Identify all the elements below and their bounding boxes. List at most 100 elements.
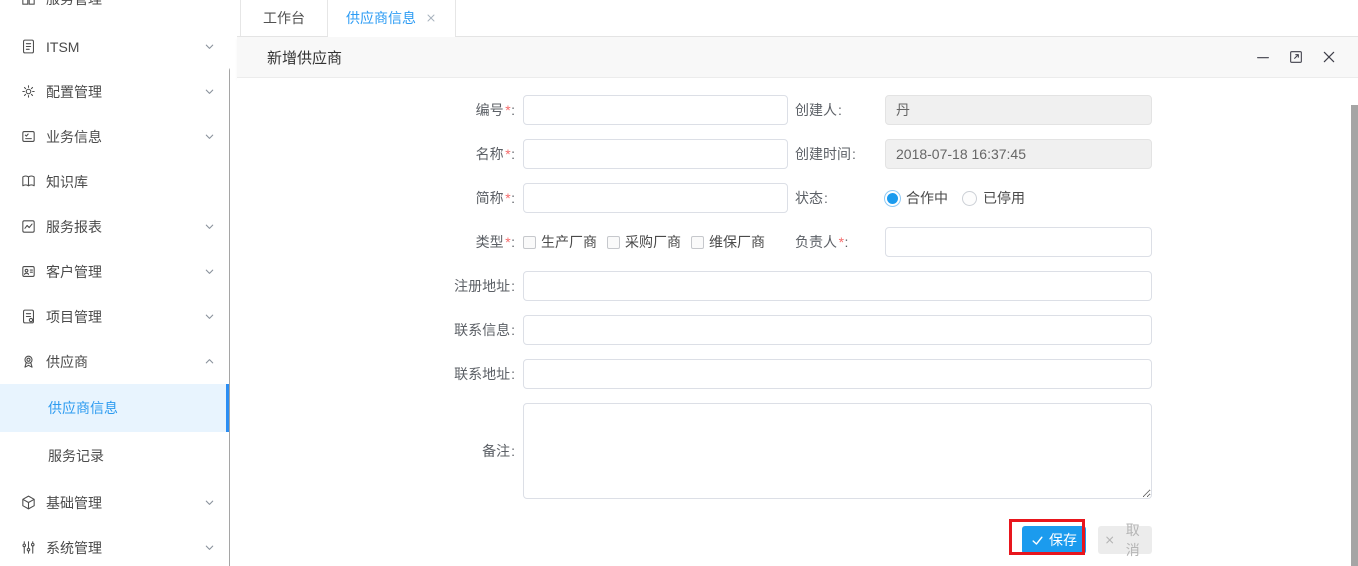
reg-address-input[interactable] <box>523 271 1152 301</box>
window-controls <box>1254 48 1338 66</box>
chevron-down-icon <box>204 131 215 142</box>
sidebar-item-business-info[interactable]: 业务信息 <box>0 114 230 159</box>
contact-info-input[interactable] <box>523 315 1152 345</box>
short-name-input[interactable] <box>523 183 788 213</box>
type-label: 类型 <box>420 227 515 257</box>
name-label: 名称 <box>420 139 515 169</box>
checkbox-icon <box>607 236 620 249</box>
number-input[interactable] <box>523 95 788 125</box>
radio-deactivated[interactable]: 已停用 <box>962 188 1025 208</box>
close-icon[interactable] <box>1320 48 1338 66</box>
sidebar-item-config-mgmt[interactable]: 配置管理 <box>0 69 230 114</box>
sidebar-subitem-label: 服务记录 <box>48 446 104 466</box>
project-doc-icon <box>19 308 37 326</box>
sidebar-item-label: ITSM <box>46 39 79 55</box>
maximize-icon[interactable] <box>1287 48 1305 66</box>
id-card-icon <box>19 263 37 281</box>
medal-icon <box>19 353 37 371</box>
chevron-down-icon <box>204 86 215 97</box>
sidebar-item-label: 系统管理 <box>46 538 102 558</box>
cube-icon <box>19 494 37 512</box>
sidebar-item-supplier[interactable]: 供应商 <box>0 339 230 384</box>
sidebar-nav: ITSM 配置管理 业务信息 <box>0 24 230 566</box>
status-label: 状态 <box>795 183 828 213</box>
cancel-button[interactable]: 取消 <box>1098 526 1152 554</box>
sidebar-item-label: 项目管理 <box>46 307 102 327</box>
tab-supplier-info[interactable]: 供应商信息 <box>327 0 456 36</box>
chevron-down-icon <box>204 266 215 277</box>
main-area: 工作台 供应商信息 新增供应商 编号 创建人 名称 <box>237 0 1358 566</box>
contact-address-label: 联系地址 <box>420 359 515 389</box>
document-icon <box>19 38 37 56</box>
checkbox-icon <box>523 236 536 249</box>
minimize-icon[interactable] <box>1254 48 1272 66</box>
list-check-icon <box>19 128 37 146</box>
new-supplier-form: 编号 创建人 名称 创建时间 简称 状态 合作中 已停用 类型 <box>237 78 1358 566</box>
sidebar-subitem-supplier-info[interactable]: 供应商信息 <box>0 384 230 432</box>
sidebar-item-project-mgmt[interactable]: 项目管理 <box>0 294 230 339</box>
x-icon <box>1104 534 1115 546</box>
creator-label: 创建人 <box>795 95 842 125</box>
radio-cooperating[interactable]: 合作中 <box>885 188 948 208</box>
created-time-label: 创建时间 <box>795 139 856 169</box>
sidebar-item-label: 业务信息 <box>46 127 102 147</box>
type-checkbox-group: 生产厂商 采购厂商 维保厂商 <box>523 227 765 257</box>
creator-input <box>885 95 1152 125</box>
tab-workbench[interactable]: 工作台 <box>240 0 328 36</box>
contact-address-input[interactable] <box>523 359 1152 389</box>
radio-selected-icon <box>885 191 900 206</box>
sliders-icon <box>19 539 37 557</box>
grid-icon <box>19 0 37 8</box>
remark-label: 备注 <box>420 436 515 466</box>
contact-info-label: 联系信息 <box>420 315 515 345</box>
tab-bar: 工作台 供应商信息 <box>237 0 1358 37</box>
chevron-down-icon <box>204 497 215 508</box>
sidebar-item-label: 基础管理 <box>46 493 102 513</box>
checkbox-icon <box>691 236 704 249</box>
checkbox-maintenance-vendor[interactable]: 维保厂商 <box>691 232 765 252</box>
save-button[interactable]: 保存 <box>1022 526 1086 554</box>
gear-icon <box>19 83 37 101</box>
sidebar-item-label: 配置管理 <box>46 82 102 102</box>
chevron-down-icon <box>204 542 215 553</box>
chart-icon <box>19 218 37 236</box>
sidebar-item-label: 客户管理 <box>46 262 102 282</box>
tab-label: 供应商信息 <box>346 8 416 28</box>
modal-header: 新增供应商 <box>237 37 1358 78</box>
chevron-down-icon <box>204 41 215 52</box>
tab-close-icon[interactable] <box>425 12 437 24</box>
sidebar-item-service-report[interactable]: 服务报表 <box>0 204 230 249</box>
sidebar-item-label: 供应商 <box>46 352 88 372</box>
sidebar-item-label: 知识库 <box>46 172 88 192</box>
number-label: 编号 <box>420 95 515 125</box>
book-icon <box>19 173 37 191</box>
created-time-input <box>885 139 1152 169</box>
manager-input[interactable] <box>885 227 1152 257</box>
tab-label: 工作台 <box>263 8 305 28</box>
sidebar-scrollbar[interactable] <box>229 67 230 566</box>
checkbox-manufacturer[interactable]: 生产厂商 <box>523 232 597 252</box>
status-radio-group: 合作中 已停用 <box>885 183 1025 213</box>
sidebar-item-system-mgmt[interactable]: 系统管理 <box>0 525 230 566</box>
name-input[interactable] <box>523 139 788 169</box>
chevron-up-icon <box>204 356 215 367</box>
content-scrollbar[interactable] <box>1351 105 1358 566</box>
sidebar-item-basic-mgmt[interactable]: 基础管理 <box>0 480 230 525</box>
sidebar: 服务管理 ITSM 配置管理 业务信息 <box>0 0 230 566</box>
check-icon <box>1031 534 1044 547</box>
sidebar-subitem-service-record[interactable]: 服务记录 <box>0 432 230 480</box>
sidebar-item-clipped[interactable]: 服务管理 <box>0 0 230 21</box>
sidebar-item-label: 服务报表 <box>46 217 102 237</box>
short-name-label: 简称 <box>420 183 515 213</box>
chevron-down-icon <box>204 311 215 322</box>
sidebar-item-customer-mgmt[interactable]: 客户管理 <box>0 249 230 294</box>
modal-title: 新增供应商 <box>267 47 342 68</box>
sidebar-item-knowledge-base[interactable]: 知识库 <box>0 159 230 204</box>
sidebar-item-itsm[interactable]: ITSM <box>0 24 230 69</box>
radio-unselected-icon <box>962 191 977 206</box>
remark-textarea[interactable] <box>523 403 1152 499</box>
reg-address-label: 注册地址 <box>420 271 515 301</box>
checkbox-purchasing-vendor[interactable]: 采购厂商 <box>607 232 681 252</box>
sidebar-subitem-label: 供应商信息 <box>48 398 118 418</box>
manager-label: 负责人 <box>795 227 848 257</box>
